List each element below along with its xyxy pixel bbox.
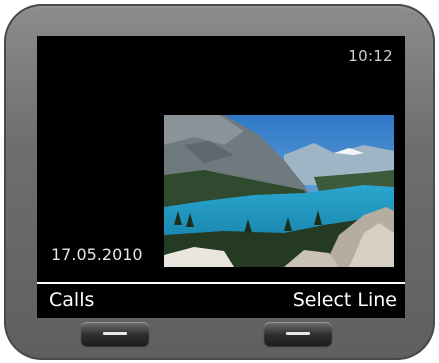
wallpaper-image bbox=[164, 115, 394, 267]
right-softkey-button[interactable] bbox=[264, 322, 332, 346]
minus-icon bbox=[286, 332, 310, 335]
softkey-select-line-label[interactable]: Select Line bbox=[293, 289, 397, 311]
display-screen: 10:12 17.05.2010 Calls Select Line bbox=[37, 36, 405, 318]
left-softkey-button[interactable] bbox=[81, 322, 149, 346]
date-display: 17.05.2010 bbox=[51, 245, 143, 264]
phone-device-frame: 10:12 17.05.2010 Calls Select Line bbox=[4, 4, 435, 360]
softkey-calls-label[interactable]: Calls bbox=[49, 289, 94, 311]
clock: 10:12 bbox=[348, 47, 393, 65]
softkey-divider bbox=[37, 282, 405, 284]
minus-icon bbox=[103, 332, 127, 335]
mountain-lake-picture bbox=[164, 115, 394, 267]
